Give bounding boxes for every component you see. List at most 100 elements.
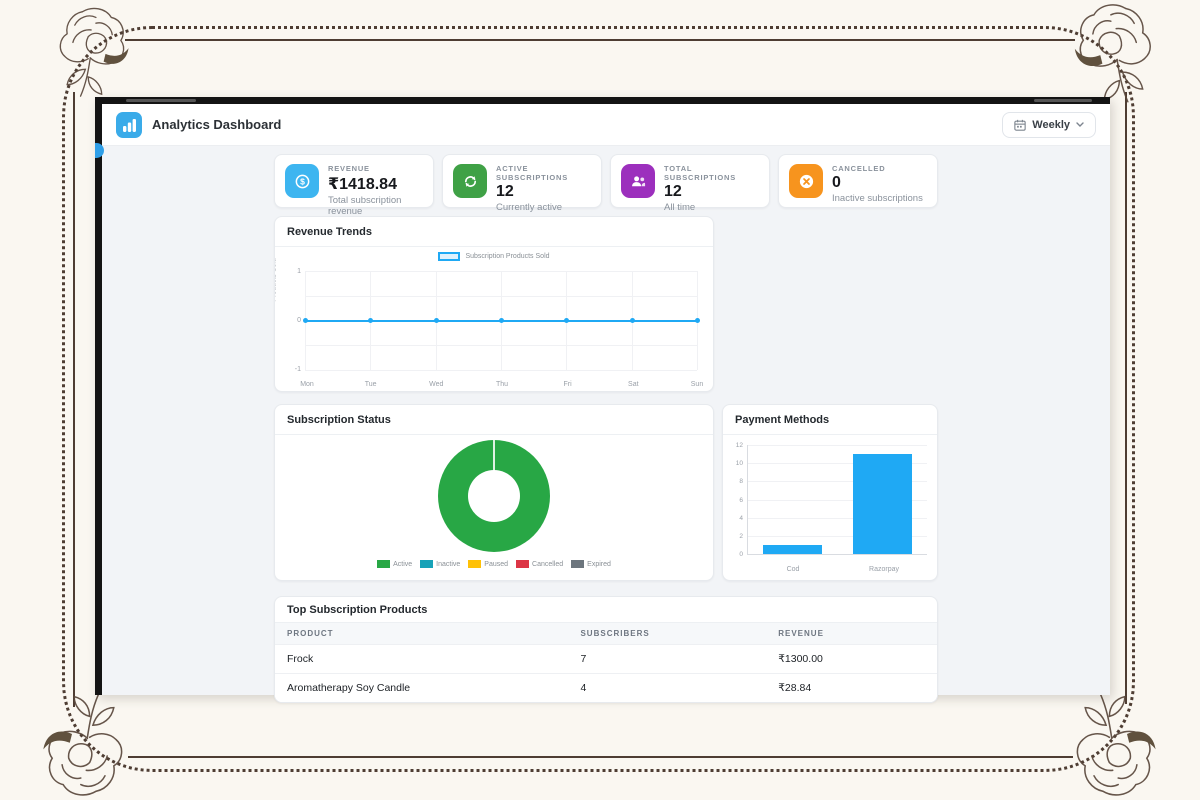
stat-sub: Inactive subscriptions <box>832 193 923 204</box>
y-tick: -1 <box>279 366 301 373</box>
chart-title: Payment Methods <box>723 405 937 435</box>
frame-line-top <box>125 39 1075 41</box>
stat-value: 0 <box>832 174 923 192</box>
data-point[interactable] <box>695 318 700 323</box>
legend-swatch <box>438 252 460 261</box>
x-tick: Thu <box>496 381 508 388</box>
x-tick: Sat <box>628 381 639 388</box>
legend-label: Inactive <box>436 561 460 568</box>
legend-label: Subscription Products Sold <box>465 253 549 260</box>
refresh-icon <box>453 164 487 198</box>
chart-title: Revenue Trends <box>275 217 713 247</box>
donut-legend: Active Inactive Paused <box>275 560 713 568</box>
legend-item[interactable]: Active <box>377 560 412 568</box>
legend-swatch <box>516 560 529 568</box>
chevron-down-icon <box>1076 122 1084 127</box>
stat-value: ₹1418.84 <box>328 174 423 194</box>
x-circle-icon <box>789 164 823 198</box>
revenue-trends-card: Revenue Trends Subscription Products Sol… <box>274 216 714 392</box>
flower-decoration-icon <box>1060 690 1172 800</box>
column-header-revenue[interactable]: REVENUE <box>778 629 925 638</box>
revenue-trends-chart: Subscription Products Sold Products Sold… <box>275 247 713 392</box>
column-header-product[interactable]: PRODUCT <box>287 629 580 638</box>
frame-line-right <box>1125 92 1127 704</box>
flower-decoration-icon <box>26 690 140 800</box>
cell-revenue: ₹28.84 <box>778 682 925 694</box>
stat-label: REVENUE <box>328 164 423 173</box>
data-point[interactable] <box>434 318 439 323</box>
table-row[interactable]: Frock 7 ₹1300.00 <box>275 644 937 673</box>
y-tick: 10 <box>725 460 743 467</box>
cell-subscribers: 4 <box>580 682 778 694</box>
stat-label: ACTIVE SUBSCRIPTIONS <box>496 164 591 182</box>
stat-card-active-subscriptions: ACTIVE SUBSCRIPTIONS 12 Currently active <box>442 154 602 208</box>
dashboard-content: $ REVENUE ₹1418.84 Total subscription re… <box>102 146 1110 695</box>
x-tick: Fri <box>564 381 572 388</box>
legend-label: Expired <box>587 561 611 568</box>
y-tick: 6 <box>725 497 743 504</box>
column-header-subscribers[interactable]: SUBSCRIBERS <box>580 629 778 638</box>
period-selector-label: Weekly <box>1032 119 1070 131</box>
coin-icon: $ <box>285 164 319 198</box>
data-point[interactable] <box>303 318 308 323</box>
table-title: Top Subscription Products <box>275 597 937 623</box>
chart-legend[interactable]: Subscription Products Sold <box>275 252 713 261</box>
y-tick: 1 <box>279 268 301 275</box>
x-tick: Tue <box>365 381 377 388</box>
data-point[interactable] <box>499 318 504 323</box>
cell-revenue: ₹1300.00 <box>778 653 925 665</box>
window-bar-artifact <box>1034 99 1092 102</box>
x-tick: Razorpay <box>869 566 899 573</box>
chart-title: Subscription Status <box>275 405 713 435</box>
data-point[interactable] <box>564 318 569 323</box>
stat-card-revenue: $ REVENUE ₹1418.84 Total subscription re… <box>274 154 434 208</box>
y-tick: 2 <box>725 533 743 540</box>
calendar-icon <box>1014 119 1026 131</box>
stat-value: 12 <box>496 183 591 201</box>
legend-item[interactable]: Paused <box>468 560 508 568</box>
y-tick: 4 <box>725 515 743 522</box>
flower-decoration-icon <box>1060 0 1166 106</box>
stat-label: TOTAL SUBSCRIPTIONS <box>664 164 759 182</box>
subscription-status-card: Subscription Status Active <box>274 404 714 581</box>
legend-item[interactable]: Expired <box>571 560 611 568</box>
analytics-logo-icon <box>116 112 142 138</box>
period-selector-button[interactable]: Weekly <box>1002 112 1096 138</box>
bar-razorpay[interactable] <box>853 454 912 554</box>
y-tick: 0 <box>279 317 301 324</box>
app-header: Analytics Dashboard Weekly <box>102 104 1110 146</box>
data-point[interactable] <box>368 318 373 323</box>
plot-area <box>305 271 697 370</box>
x-tick: Cod <box>787 566 800 573</box>
x-tick: Wed <box>429 381 443 388</box>
flower-decoration-icon <box>46 4 142 100</box>
table-row[interactable]: Aromatherapy Soy Candle 4 ₹28.84 <box>275 673 937 702</box>
users-icon <box>621 164 655 198</box>
data-point[interactable] <box>630 318 635 323</box>
svg-text:$: $ <box>300 176 305 186</box>
top-products-card: Top Subscription Products PRODUCT SUBSCR… <box>274 596 938 703</box>
x-tick: Sun <box>691 381 703 388</box>
subscription-status-chart: Active Inactive Paused <box>275 440 713 568</box>
stats-row: $ REVENUE ₹1418.84 Total subscription re… <box>274 154 938 208</box>
donut-slice-boundary <box>493 440 495 471</box>
plot-area <box>747 445 927 555</box>
legend-item[interactable]: Inactive <box>420 560 460 568</box>
legend-swatch <box>377 560 390 568</box>
window-bar-artifact <box>126 99 196 102</box>
y-tick: 12 <box>725 442 743 449</box>
bar-cod[interactable] <box>763 545 822 554</box>
dashboard-window: Analytics Dashboard Weekly <box>95 97 1110 695</box>
cell-product: Aromatherapy Soy Candle <box>287 682 580 694</box>
legend-item[interactable]: Cancelled <box>516 560 563 568</box>
stat-card-total-subscriptions: TOTAL SUBSCRIPTIONS 12 All time <box>610 154 770 208</box>
payment-methods-card: Payment Methods 12 10 8 6 4 2 0 <box>722 404 938 581</box>
legend-label: Cancelled <box>532 561 563 568</box>
stat-sub: Total subscription revenue <box>328 195 423 217</box>
legend-swatch <box>420 560 433 568</box>
table-header-row: PRODUCT SUBSCRIBERS REVENUE <box>275 623 937 644</box>
stat-sub: Currently active <box>496 202 591 213</box>
cell-product: Frock <box>287 653 580 665</box>
page-title: Analytics Dashboard <box>152 117 281 132</box>
x-tick: Mon <box>300 381 314 388</box>
